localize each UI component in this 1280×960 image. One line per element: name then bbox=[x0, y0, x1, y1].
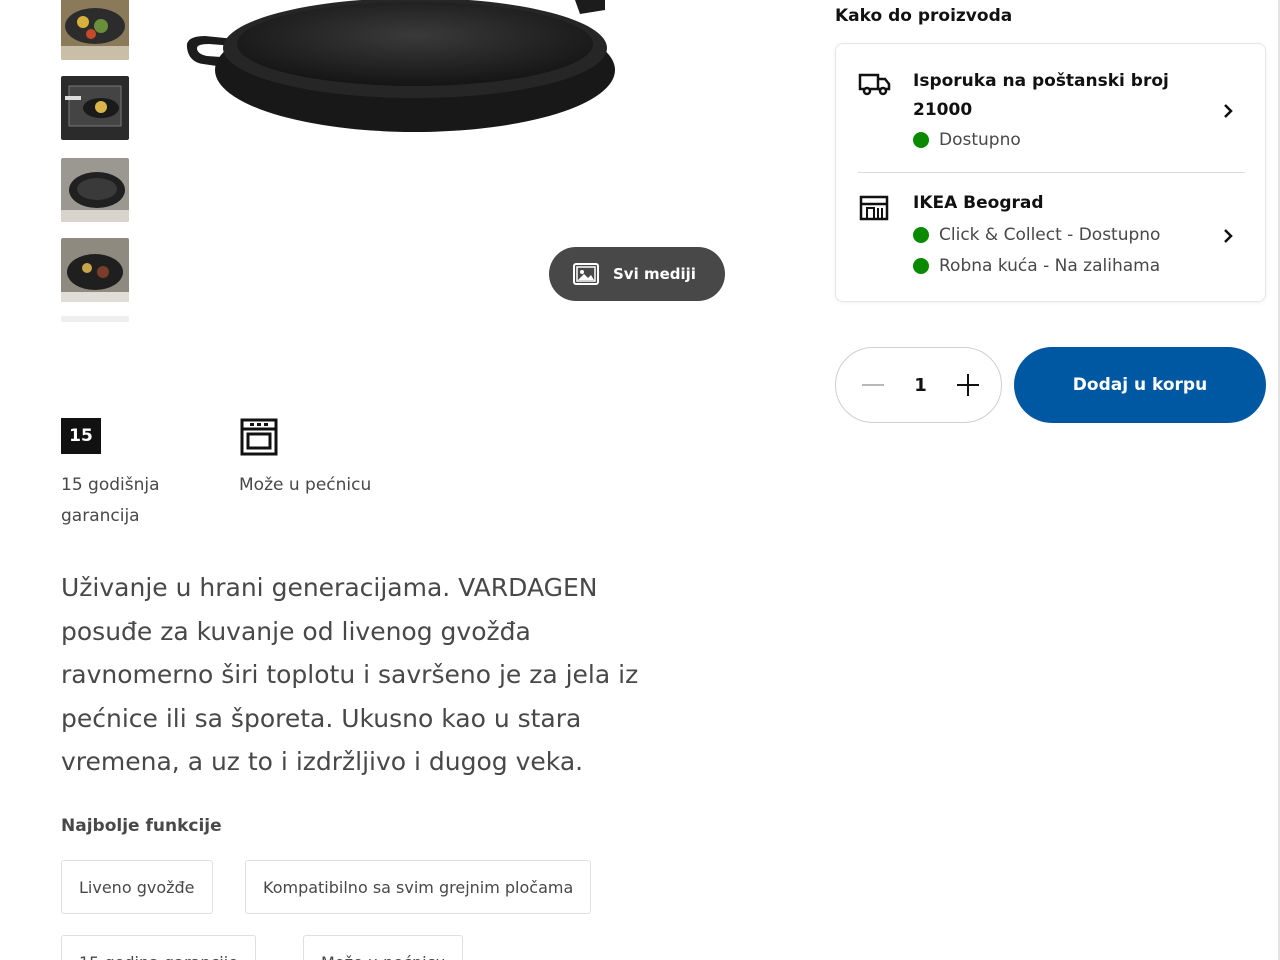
thumbnail-4[interactable] bbox=[61, 238, 129, 302]
thumbnail-1[interactable] bbox=[61, 0, 129, 60]
store-row[interactable]: IKEA Beograd Click & Collect - Dostupno … bbox=[836, 173, 1265, 302]
product-image bbox=[175, 0, 625, 140]
feature-chip[interactable]: 15 godina garancije bbox=[61, 935, 257, 960]
store-status-collect: Click & Collect - Dostupno bbox=[913, 225, 1160, 245]
store-status-stock: Robna kuća - Na zalihama bbox=[913, 256, 1160, 276]
warranty-15-icon: 15 bbox=[61, 418, 101, 458]
feature-oven: Može u pećnicu bbox=[239, 418, 419, 501]
feature-chip[interactable]: Liveno gvožđe bbox=[61, 860, 213, 914]
delivery-status: Dostupno bbox=[913, 130, 1021, 150]
store-status-label: Robna kuća - Na zalihama bbox=[939, 256, 1161, 276]
warranty-badge: 15 bbox=[61, 418, 101, 454]
feature-oven-label: Može u pećnicu bbox=[239, 475, 372, 495]
available-dot bbox=[913, 258, 929, 274]
feature-warranty: 15 15 godišnja garancija bbox=[61, 418, 191, 532]
thumbnail-2[interactable] bbox=[61, 76, 129, 140]
thumbnail-5[interactable] bbox=[61, 316, 129, 322]
feature-chip[interactable]: Kompatibilno sa svim grejnim pločama bbox=[245, 860, 592, 914]
quantity-stepper: 1 bbox=[835, 347, 1002, 423]
quantity-value[interactable]: 1 bbox=[914, 375, 927, 396]
store-icon bbox=[859, 195, 889, 221]
increase-quantity-button[interactable] bbox=[957, 374, 979, 396]
available-dot bbox=[913, 132, 929, 148]
availability-card: Isporuka na poštanski broj 21000 Dostupn… bbox=[835, 43, 1266, 302]
chevron-right-icon bbox=[1224, 104, 1233, 118]
product-description: Uživanje u hrani generacijama. VARDAGEN … bbox=[61, 573, 639, 776]
delivery-title: Isporuka na poštanski broj 21000 bbox=[913, 71, 1169, 120]
oven-icon bbox=[239, 418, 279, 458]
decrease-quantity-button[interactable] bbox=[862, 384, 884, 386]
gallery-icon bbox=[573, 263, 599, 285]
availability-title: Kako do proizvoda bbox=[835, 6, 1013, 26]
chevron-right-icon bbox=[1224, 229, 1233, 243]
delivery-status-label: Dostupno bbox=[939, 130, 1021, 150]
thumbnail-3[interactable] bbox=[61, 158, 129, 222]
delivery-row[interactable]: Isporuka na poštanski broj 21000 Dostupn… bbox=[836, 44, 1265, 172]
available-dot bbox=[913, 227, 929, 243]
best-features-title: Najbolje funkcije bbox=[61, 816, 222, 836]
store-title: IKEA Beograd bbox=[913, 193, 1044, 213]
truck-icon bbox=[858, 73, 891, 96]
store-status-label: Click & Collect - Dostupno bbox=[939, 225, 1161, 245]
all-media-button[interactable]: Svi mediji bbox=[549, 247, 725, 301]
feature-chip[interactable]: Može u pećnicu bbox=[303, 935, 464, 960]
feature-warranty-label: 15 godišnja garancija bbox=[61, 475, 160, 526]
add-to-cart-button[interactable]: Dodaj u korpu bbox=[1014, 347, 1266, 423]
all-media-label: Svi mediji bbox=[613, 265, 696, 283]
